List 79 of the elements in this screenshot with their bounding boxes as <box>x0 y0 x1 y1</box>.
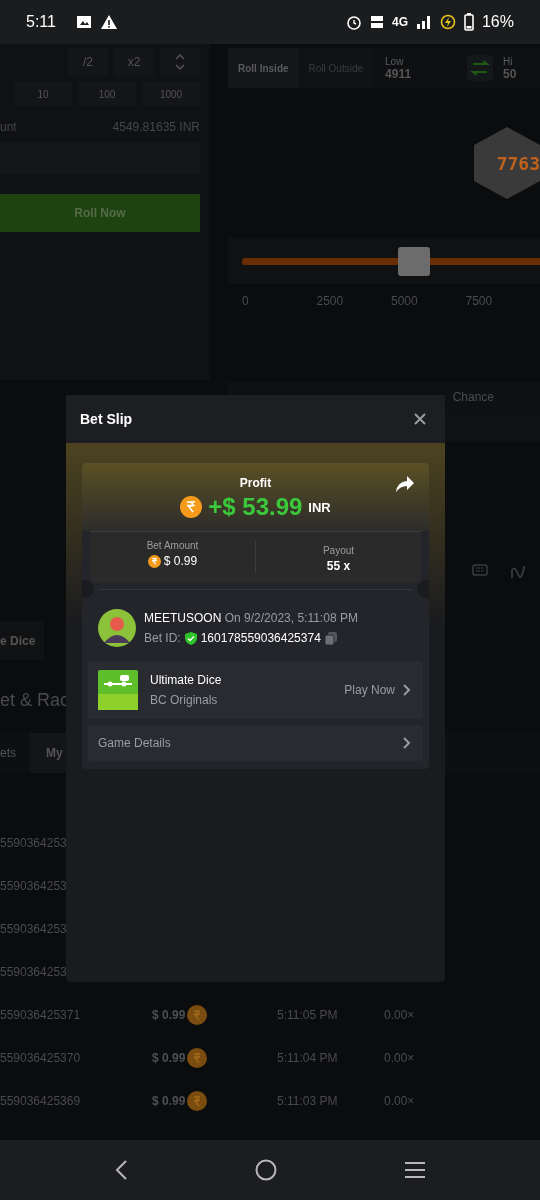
bet-id-cell-text: 559036425369 <box>0 1093 82 1108</box>
time-cell-text: 5:11:04 PM <box>277 1050 339 1065</box>
bet-id-cell-text: 5590364253 <box>0 964 68 979</box>
game-details-row[interactable]: Game Details <box>88 725 423 761</box>
roll-button[interactable]: Roll Now <box>0 194 200 232</box>
payout-cell: 0.00× <box>384 1093 415 1108</box>
network-type: 4G <box>391 15 408 29</box>
game-chip[interactable]: e Dice <box>0 622 44 660</box>
image-icon <box>75 14 92 30</box>
bet-id-cell-text: 559036425370 <box>0 1050 82 1065</box>
profit-label: Profit <box>239 476 272 490</box>
scale-label: 5000 <box>391 294 419 308</box>
copy-icon[interactable] <box>324 631 337 645</box>
preset-button[interactable]: 1000 <box>142 82 200 106</box>
history-tab[interactable]: ets <box>0 733 30 773</box>
bet-date: On 9/2/2023, 5:11:08 PM <box>224 611 358 625</box>
game-row[interactable]: Ultimate Dice BC Originals Play Now <box>88 661 423 719</box>
home-icon[interactable] <box>255 1159 277 1181</box>
time-cell-text: 5:11:05 PM <box>277 1007 339 1022</box>
shield-check-icon <box>184 631 197 645</box>
bet-amount-value: $ 0.99 <box>163 554 198 568</box>
game-provider: BC Originals <box>150 693 219 707</box>
back-icon[interactable] <box>113 1159 128 1181</box>
payout-cell: 0.00× <box>384 1007 415 1022</box>
swap-icon[interactable] <box>467 55 494 81</box>
game-name: Ultimate Dice <box>150 673 223 687</box>
bet-id-label: Bet ID: <box>144 631 181 645</box>
menu-icon[interactable] <box>404 1161 427 1179</box>
bet-id-cell-text: 5590364253 <box>0 921 68 936</box>
play-now-link[interactable]: Play Now <box>344 683 395 697</box>
coin-icon <box>187 1047 208 1068</box>
double-button[interactable]: x2 <box>114 48 154 76</box>
chevron-up-down-icon <box>174 52 186 72</box>
dice-cube: 7763 <box>474 127 540 199</box>
halve-button[interactable]: /2 <box>68 48 108 76</box>
high-value: 50 <box>503 66 517 81</box>
battery-percent: 16% <box>481 13 514 31</box>
share-icon[interactable] <box>395 475 415 493</box>
rupee-coin-icon <box>180 496 203 518</box>
dialog-title: Bet Slip <box>80 411 133 427</box>
payout-cell: 0.00× <box>384 1050 415 1065</box>
amount-cell: $ 0.99 <box>152 1093 186 1108</box>
scale-label: 0 <box>242 294 250 308</box>
slider-thumb[interactable] <box>397 246 430 276</box>
currency-label: INR <box>308 499 331 515</box>
username: MEETUSOON <box>144 611 222 625</box>
clock-time: 5:11 <box>26 13 56 31</box>
scale-label: 2500 <box>316 294 345 308</box>
bet-id: 160178559036425374 <box>200 631 321 645</box>
warning-icon <box>99 14 118 30</box>
amount-cell: $ 0.99 <box>152 1050 186 1065</box>
bet-id-cell-text: 559036425371 <box>0 1007 82 1022</box>
payout-label: Payout <box>322 545 355 556</box>
payout-value: 55 x <box>326 559 351 573</box>
avatar-icon <box>98 609 136 647</box>
mode-tab[interactable]: Roll Inside <box>228 48 299 88</box>
preset-button[interactable]: 10 <box>14 82 72 106</box>
profit-amount: +$ 53.99 <box>208 493 303 521</box>
bet-amount-label: Bet Amount <box>146 540 199 551</box>
amount-cell: $ 0.99 <box>152 1007 186 1022</box>
battery-saver-icon <box>439 14 456 30</box>
time-cell-text: 5:11:03 PM <box>277 1093 339 1108</box>
rupee-coin-icon <box>147 554 161 568</box>
bet-id-cell-text: 5590364253 <box>0 835 68 850</box>
chevron-right-icon <box>403 737 411 749</box>
signal-icon <box>415 14 432 30</box>
scale-label: 7500 <box>465 294 494 308</box>
game-details-label: Game Details <box>98 736 171 750</box>
close-icon[interactable] <box>413 412 427 426</box>
preset-button[interactable]: 100 <box>78 82 136 106</box>
alarm-icon <box>345 14 362 30</box>
chance-label: Chance <box>452 390 494 404</box>
high-label: Hi <box>503 55 514 67</box>
game-thumbnail <box>98 670 138 710</box>
bet-id-cell-text: 5590364253 <box>0 878 68 893</box>
battery-icon <box>463 13 474 31</box>
coin-icon <box>187 1004 208 1025</box>
chevron-right-icon <box>403 684 411 696</box>
coin-icon <box>187 1090 208 1111</box>
